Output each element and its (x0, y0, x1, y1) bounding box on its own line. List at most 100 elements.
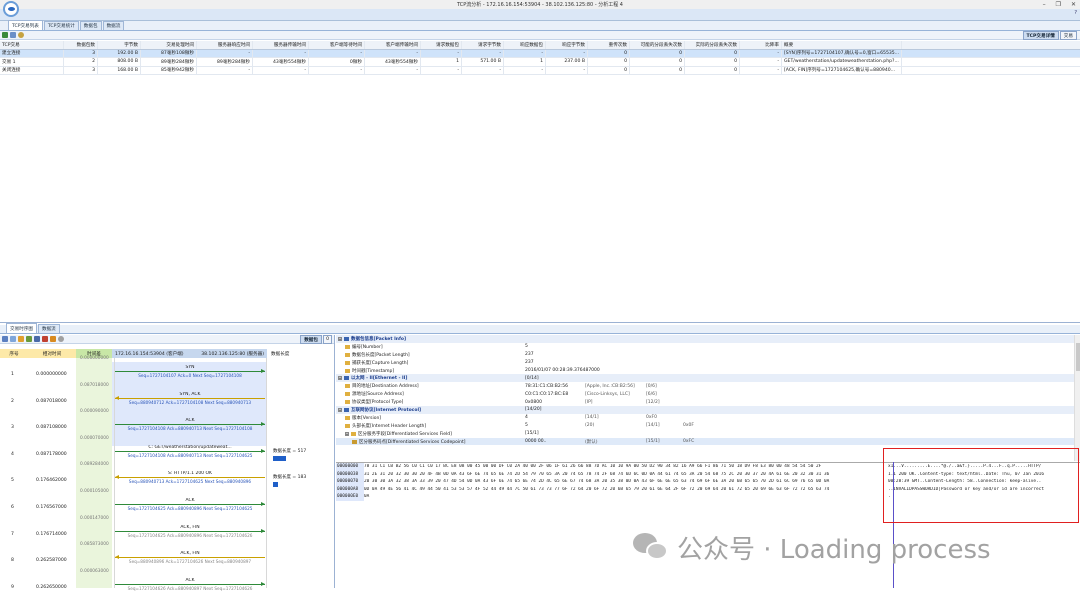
col-header[interactable]: 比降率 (740, 41, 782, 49)
col-header[interactable]: 数据包数 (64, 41, 98, 49)
col-header[interactable]: 实际的分段丢失次数 (685, 41, 740, 49)
tree-scrollbar[interactable] (1074, 335, 1080, 461)
col-header[interactable]: 服务器响应时间 (197, 41, 253, 49)
tree-node[interactable]: 时间戳[Timestamp] 2016/01/07 00:28:39.376487… (336, 367, 1080, 375)
tab-transaction-details[interactable]: TCP交易详情 (1022, 31, 1059, 40)
col-header[interactable]: 响应数据包 (504, 41, 546, 49)
packet-label[interactable]: ACK (115, 418, 265, 423)
tab-transaction[interactable]: 交易 (1059, 31, 1077, 40)
tree-node[interactable]: 编号[Number] 5 (336, 343, 1080, 351)
col-header[interactable]: 字节数 (98, 41, 141, 49)
tab-stream[interactable]: 数据流 (102, 21, 125, 30)
relative-time[interactable]: 0.087108000 (36, 425, 67, 430)
packet-label[interactable]: ACK (115, 578, 265, 583)
packet-label[interactable]: ACK, FIN (115, 551, 265, 556)
col-header[interactable]: 请求字节数 (462, 41, 504, 49)
relative-time[interactable]: 0.176462000 (36, 478, 67, 483)
copy-icon[interactable] (10, 336, 16, 342)
table-row[interactable]: 交易 1 2 808.00 B 89毫秒284微秒 89毫秒284微秒 43毫秒554微秒… (0, 58, 1080, 67)
table-row[interactable]: 关闭连接 3 168.00 B 85毫秒942微秒 - - - - - - - -0 0 0- [ACK, … (0, 66, 1080, 75)
tree-node[interactable]: ⊟ 互联网协议[Internet Protocol] [14/20] (336, 406, 1080, 414)
packet-number[interactable]: 5 (11, 478, 14, 483)
relative-time[interactable]: 0.262587000 (36, 558, 67, 563)
view-icon[interactable] (2, 336, 8, 342)
export-icon[interactable] (2, 32, 8, 38)
packet-arrow[interactable] (115, 450, 265, 452)
tree-node[interactable]: 协议类型[Protocol Type] 0x0800 [IP] [12/2] (336, 398, 1080, 406)
packet-number[interactable]: 8 (11, 558, 14, 563)
packet-label[interactable]: C: GET/weatherstation/updateweat... (115, 445, 265, 450)
packet-arrow[interactable] (115, 583, 265, 585)
tab-packets[interactable]: 数据包 (79, 21, 102, 30)
packet-label[interactable]: S: HTTP/1.1 200 OK (115, 471, 265, 476)
maximize-button[interactable]: ❐ (1056, 1, 1061, 8)
packet-number[interactable]: 9 (11, 585, 14, 590)
tree-node[interactable]: 头部长度[Internet Header Length] 5 (20) [14/1] 0… (336, 422, 1080, 430)
col-header[interactable]: TCP交易 (0, 41, 64, 49)
col-header[interactable]: 概要 (782, 41, 902, 49)
col-header[interactable]: 客户端传输时间 (365, 41, 421, 49)
close-button[interactable]: ✕ (1071, 1, 1076, 8)
tab-tcp-transactions[interactable]: TCP交易列表 (8, 20, 43, 30)
packet-arrow[interactable] (115, 424, 265, 426)
packet-arrow[interactable] (115, 530, 265, 532)
packet-arrow[interactable] (115, 371, 265, 372)
tree-node[interactable]: ⊟ 区分服务字段[Differentiated Services Field] [1… (336, 430, 1080, 438)
packet-label[interactable]: ACK, FIN (115, 525, 265, 530)
save-icon[interactable] (10, 32, 16, 38)
mode-count[interactable]: 0 (323, 335, 332, 344)
col-header[interactable]: 服务器传输时间 (253, 41, 309, 49)
tree-node[interactable]: 数据包长度[Packet Length] 237 (336, 351, 1080, 359)
expand-toggle-icon[interactable]: ⊟ (345, 431, 349, 436)
table-row[interactable]: 建立连接 3 192.00 B 87毫秒108微秒 - - - - - - - -0 0 0- [SYN]序… (0, 49, 1080, 58)
minimize-button[interactable]: – (1043, 1, 1046, 8)
filter-icon[interactable] (50, 336, 56, 342)
relative-time[interactable]: 0.262650000 (36, 585, 67, 590)
zoom-icon[interactable] (58, 336, 64, 342)
packet-number[interactable]: 6 (11, 505, 14, 510)
packet-arrow[interactable] (115, 504, 265, 505)
tree-node[interactable]: 区分服务码点[Differentiated Services Codepoint… (336, 437, 1080, 446)
packet-arrow[interactable] (115, 477, 265, 479)
packet-label[interactable]: SYN, ACK (115, 392, 265, 397)
packet-number[interactable]: 4 (11, 452, 14, 457)
expand-toggle-icon[interactable]: ⊟ (338, 336, 342, 341)
tree-node[interactable]: 目的地址[Destination Address] 78:31:C1:CB:B2:… (336, 382, 1080, 390)
packet-arrow[interactable] (115, 397, 265, 399)
col-header[interactable]: 重传次数 (588, 41, 630, 49)
help-button[interactable]: ? (1074, 10, 1077, 16)
col-header[interactable]: 客户端等待时间 (309, 41, 365, 49)
relative-time[interactable]: 0.176714000 (36, 532, 67, 537)
col-header[interactable]: 可能的分段丢失次数 (630, 41, 685, 49)
expand-toggle-icon[interactable]: ⊟ (338, 407, 342, 412)
export-icon[interactable] (34, 336, 40, 342)
tab-data-stream[interactable]: 数据流 (37, 324, 60, 333)
packet-label[interactable]: ACK (115, 498, 265, 503)
app-logo-icon[interactable] (3, 1, 19, 17)
packet-number[interactable]: 1 (11, 372, 14, 377)
packet-number[interactable]: 2 (11, 399, 14, 404)
tools-icon[interactable] (42, 336, 48, 342)
expand-toggle-icon[interactable]: ⊟ (338, 376, 342, 381)
packet-number[interactable]: 7 (11, 532, 14, 537)
tree-node[interactable]: 版本[Version] 4 [14/1] 0xF0 (336, 414, 1080, 422)
tree-node[interactable]: 源地址[Source Address] C0:C1:C0:17:BC:E8 [Cis… (336, 390, 1080, 398)
search-icon[interactable] (18, 32, 24, 38)
col-header[interactable]: 响应字节数 (546, 41, 588, 49)
packet-label[interactable]: SYN (115, 365, 265, 370)
tree-node[interactable]: 捕获长度[Capture Length] 237 (336, 359, 1080, 367)
list-icon[interactable] (18, 336, 24, 342)
col-header[interactable]: 交易处理时间 (141, 41, 197, 49)
tree-node[interactable]: ⊟ 数据包信息[Packet Info] (336, 335, 1080, 343)
grid-icon[interactable] (26, 336, 32, 342)
relative-time[interactable]: 0.087018000 (36, 399, 67, 404)
packet-arrow[interactable] (115, 557, 265, 559)
tab-tcp-stats[interactable]: TCP交易统计 (43, 21, 79, 30)
relative-time[interactable]: 0.176567000 (36, 505, 67, 510)
relative-time[interactable]: 0.087178000 (36, 452, 67, 457)
col-header[interactable]: 请求数据包 (421, 41, 462, 49)
tree-node[interactable]: ⊟ 以太网 - II[Ethernet - II] [0/14] (336, 374, 1080, 383)
mode-packets[interactable]: 数据包 (300, 335, 322, 344)
tab-sequence-diagram[interactable]: 交易时序图 (6, 323, 37, 333)
packet-number[interactable]: 3 (11, 425, 14, 430)
